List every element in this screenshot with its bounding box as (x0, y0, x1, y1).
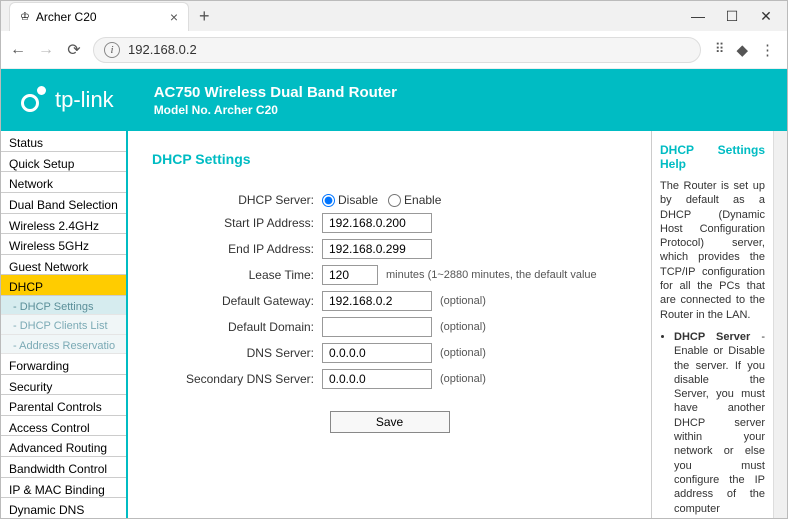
domain-optional: (optional) (440, 321, 486, 333)
lease-time-hint: minutes (1~2880 minutes, the default val… (386, 269, 597, 281)
sidebar-item-guest-network[interactable]: Guest Network (1, 255, 126, 276)
address-bar: ← → ⟳ i 192.168.0.2 ⠿ ◆ ⋮ (1, 31, 787, 69)
account-icon[interactable]: ◆ (736, 41, 748, 59)
minimize-icon[interactable]: — (689, 8, 707, 25)
scrollbar[interactable] (773, 131, 787, 518)
sidebar-item-network[interactable]: Network (1, 172, 126, 193)
dhcp-server-label: DHCP Server: (152, 193, 322, 207)
dns-input[interactable] (322, 343, 432, 363)
lease-time-label: Lease Time: (152, 268, 322, 282)
radio-enable[interactable]: Enable (388, 193, 441, 207)
dns2-input[interactable] (322, 369, 432, 389)
end-ip-label: End IP Address: (152, 242, 322, 256)
domain-label: Default Domain: (152, 320, 322, 334)
sidebar-item-dynamic-dns[interactable]: Dynamic DNS (1, 498, 126, 518)
sidebar-item-ip-mac-binding[interactable]: IP & MAC Binding (1, 478, 126, 499)
help-list-item: DHCP Server - Enable or Disable the serv… (674, 330, 765, 518)
sidebar-nav: Status Quick Setup Network Dual Band Sel… (1, 131, 128, 518)
reload-icon[interactable]: ⟳ (65, 40, 83, 60)
help-panel: DHCP Settings Help The Router is set up … (651, 131, 773, 518)
url-text: 192.168.0.2 (128, 42, 197, 57)
sidebar-item-dhcp[interactable]: DHCP (1, 275, 126, 296)
translate-icon[interactable]: ⠿ (715, 41, 725, 59)
menu-icon[interactable]: ⋮ (760, 41, 775, 59)
radio-disable-input[interactable] (322, 194, 335, 207)
new-tab-button[interactable]: + (189, 6, 220, 27)
end-ip-input[interactable] (322, 239, 432, 259)
dns-label: DNS Server: (152, 346, 322, 360)
url-input[interactable]: i 192.168.0.2 (93, 37, 701, 63)
sidebar-item-forwarding[interactable]: Forwarding (1, 354, 126, 375)
help-paragraph: The Router is set up by default as a DHC… (660, 179, 765, 322)
sidebar-item-wireless-24[interactable]: Wireless 2.4GHz (1, 214, 126, 235)
dns2-optional: (optional) (440, 373, 486, 385)
sidebar-item-status[interactable]: Status (1, 131, 126, 152)
sidebar-sub-dhcp-settings[interactable]: - DHCP Settings (1, 296, 126, 315)
dns-optional: (optional) (440, 347, 486, 359)
dns2-label: Secondary DNS Server: (152, 372, 322, 386)
sidebar-item-access-control[interactable]: Access Control (1, 416, 126, 437)
start-ip-label: Start IP Address: (152, 216, 322, 230)
start-ip-input[interactable] (322, 213, 432, 233)
sidebar-item-advanced-routing[interactable]: Advanced Routing (1, 436, 126, 457)
tab-title: Archer C20 (36, 10, 97, 24)
sidebar-item-wireless-5[interactable]: Wireless 5GHz (1, 234, 126, 255)
brand-logo: tp-link (21, 86, 114, 114)
sidebar-item-parental-controls[interactable]: Parental Controls (1, 395, 126, 416)
back-icon[interactable]: ← (9, 41, 27, 59)
close-icon[interactable]: × (170, 9, 178, 25)
sidebar-sub-address-reservation[interactable]: - Address Reservatio (1, 335, 126, 354)
window-titlebar: ♔ Archer C20 × + — ☐ ✕ (1, 1, 787, 31)
page-header: tp-link AC750 Wireless Dual Band Router … (1, 69, 787, 131)
radio-disable[interactable]: Disable (322, 193, 378, 207)
maximize-icon[interactable]: ☐ (723, 8, 741, 25)
sidebar-item-bandwidth-control[interactable]: Bandwidth Control (1, 457, 126, 478)
tab-favicon: ♔ (20, 10, 30, 23)
sidebar-item-dual-band[interactable]: Dual Band Selection (1, 193, 126, 214)
gateway-label: Default Gateway: (152, 294, 322, 308)
radio-enable-input[interactable] (388, 194, 401, 207)
sidebar-item-quick-setup[interactable]: Quick Setup (1, 152, 126, 173)
brand-name: tp-link (55, 87, 114, 113)
forward-icon[interactable]: → (37, 41, 55, 59)
site-info-icon[interactable]: i (104, 42, 120, 58)
model-subtitle: Model No. Archer C20 (154, 103, 397, 117)
product-title: AC750 Wireless Dual Band Router (154, 84, 397, 101)
gateway-input[interactable] (322, 291, 432, 311)
page-title: DHCP Settings (152, 151, 627, 167)
sidebar-item-security[interactable]: Security (1, 375, 126, 396)
main-content: DHCP Settings DHCP Server: Disable Enabl… (128, 131, 651, 518)
logo-icon (21, 86, 49, 114)
sidebar-sub-dhcp-clients[interactable]: - DHCP Clients List (1, 315, 126, 334)
lease-time-input[interactable] (322, 265, 378, 285)
domain-input[interactable] (322, 317, 432, 337)
browser-tab[interactable]: ♔ Archer C20 × (9, 2, 189, 31)
help-title: DHCP Settings Help (660, 143, 765, 171)
gateway-optional: (optional) (440, 295, 486, 307)
save-button[interactable]: Save (330, 411, 450, 433)
close-window-icon[interactable]: ✕ (757, 8, 775, 25)
